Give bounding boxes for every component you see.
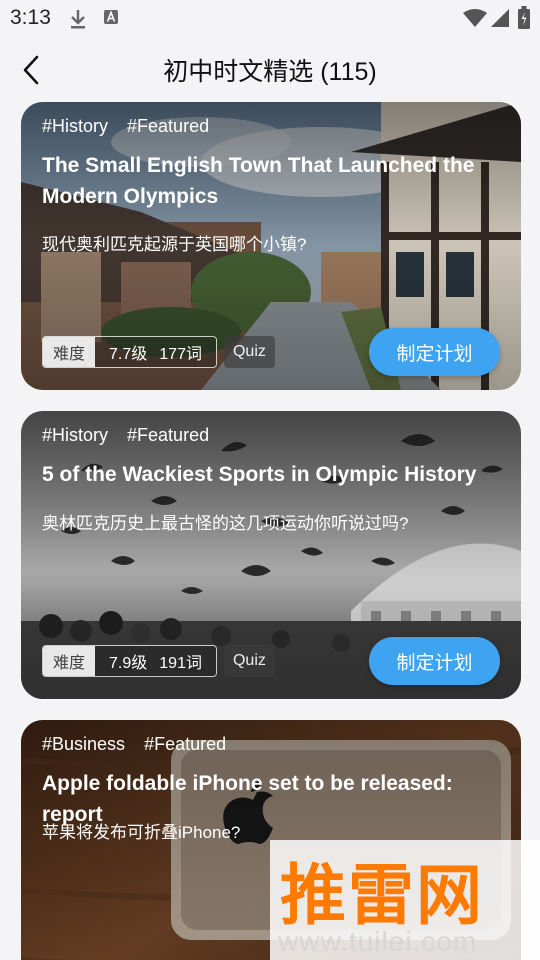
battery-icon [518,6,530,29]
level-value: 7.9级 [109,655,148,672]
article-card[interactable]: #History #Featured 5 of the Wackiest Spo… [21,411,521,699]
card-subtitle: 苹果将发布可折叠iPhone? [42,823,241,842]
article-card[interactable]: #History #Featured The Small English Tow… [21,102,521,390]
card-title[interactable]: The Small English Town That Launched the… [42,150,502,212]
status-bar: 3:13 [0,0,540,36]
download-icon [71,10,85,29]
app-bar: 初中时文精选 (115) [0,36,540,102]
quiz-badge: Quiz [223,645,275,677]
quiz-badge: Quiz [223,336,275,368]
meta-row: 难度 7.9级 191词 Quiz [42,645,275,677]
difficulty-label: 难度 [43,337,96,367]
difficulty-box: 难度 7.9级 191词 [42,645,217,677]
card-title[interactable]: 5 of the Wackiest Sports in Olympic Hist… [42,459,502,490]
tag[interactable]: #Featured [144,734,226,754]
tag[interactable]: #Business [42,734,125,754]
difficulty-box: 难度 7.7级 177词 [42,336,217,368]
watermark-logo: 推雷网 [280,858,484,932]
difficulty-value: 7.9级 191词 [95,646,216,676]
tag-list: #History #Featured [42,425,223,446]
tag[interactable]: #Featured [127,425,209,445]
meta-row: 难度 7.7级 177词 Quiz [42,336,275,368]
tag-list: #Business #Featured [42,734,240,755]
difficulty-label: 难度 [43,646,96,676]
status-time: 3:13 [10,6,51,29]
word-count: 177词 [159,346,202,363]
word-count: 191词 [159,655,202,672]
card-subtitle: 奥林匹克历史上最古怪的这几项运动你听说过吗? [42,514,409,533]
signal-icon [491,9,509,27]
tag[interactable]: #History [42,425,108,445]
tag-list: #History #Featured [42,116,223,137]
level-value: 7.7级 [109,346,148,363]
difficulty-value: 7.7级 177词 [95,337,216,367]
wifi-icon [463,9,487,27]
tag[interactable]: #History [42,116,108,136]
tag[interactable]: #Featured [127,116,209,136]
make-plan-button[interactable]: 制定计划 [369,328,500,376]
watermark-url: www.tuilei.com [278,926,478,957]
font-icon [104,10,118,24]
page-title: 初中时文精选 (115) [163,58,377,86]
make-plan-button[interactable]: 制定计划 [369,637,500,685]
watermark-overlay: 推雷网 www.tuilei.com [270,840,540,960]
card-subtitle: 现代奥利匹克起源于英国哪个小镇? [42,235,307,254]
